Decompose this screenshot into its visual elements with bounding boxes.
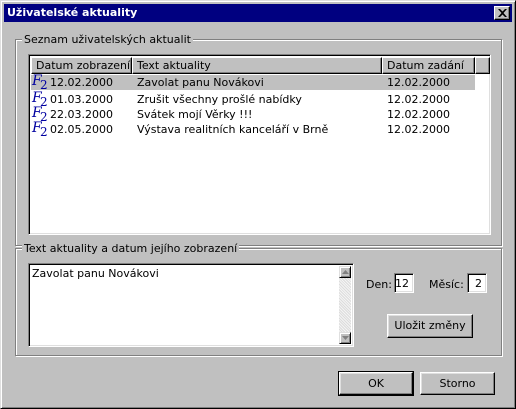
f2-icon: F2 (32, 120, 48, 139)
cell-shown-date: 22.03.2000 (50, 108, 113, 121)
news-text-value: Zavolat panu Novákovi (32, 267, 159, 280)
cancel-button[interactable]: Storno (420, 372, 495, 395)
arrow-down-icon (342, 336, 349, 340)
list-item[interactable]: F2 02.05.2000 Výstava realitních kancelá… (31, 120, 475, 139)
cell-text: Výstava realitních kanceláří v Brně (137, 123, 329, 136)
text-scrollbar[interactable] (339, 266, 351, 344)
day-label: Den: (366, 278, 392, 291)
f2-icon: F2 (32, 73, 48, 92)
cell-text: Zavolat panu Novákovi (137, 76, 264, 89)
cell-shown-date: 01.03.2000 (50, 93, 113, 106)
column-header-entered-date[interactable]: Datum zadání (382, 57, 475, 74)
cell-entered-date: 12.02.2000 (387, 76, 450, 89)
close-button[interactable] (494, 6, 510, 20)
arrow-up-icon (342, 270, 349, 274)
cell-entered-date: 12.02.2000 (387, 108, 450, 121)
save-changes-button[interactable]: Uložit změny (387, 314, 473, 338)
list-header: Datum zobrazení + Text aktuality Datum z… (31, 57, 490, 74)
cell-text: Svátek mojí Věrky !!! (137, 108, 253, 121)
cell-shown-date: 02.05.2000 (50, 123, 113, 136)
month-label: Měsíc: (429, 278, 464, 291)
column-header-filler (475, 57, 490, 74)
close-icon (498, 9, 507, 17)
cell-entered-date: 12.02.2000 (387, 123, 450, 136)
month-field[interactable]: 2 (467, 273, 487, 293)
scroll-up-button[interactable] (339, 266, 351, 278)
title-bar[interactable]: Uživatelské aktuality (4, 4, 512, 22)
column-header-shown-date[interactable]: Datum zobrazení + (31, 57, 132, 74)
list-item[interactable]: F2 22.03.2000 Svátek mojí Věrky !!! 12.0… (31, 106, 475, 124)
cell-entered-date: 12.02.2000 (387, 93, 450, 106)
window-title: Uživatelské aktuality (7, 6, 138, 19)
cell-shown-date: 12.02.2000 (50, 76, 113, 89)
day-field[interactable]: 12 (394, 273, 414, 293)
column-header-text[interactable]: Text aktuality (132, 57, 382, 74)
ok-button[interactable]: OK (338, 371, 414, 396)
list-group-legend: Seznam uživatelských aktualit (22, 33, 193, 46)
dialog-window: Uživatelské aktuality Seznam uživatelský… (0, 0, 516, 409)
scroll-down-button[interactable] (339, 332, 351, 344)
list-item[interactable]: F2 01.03.2000 Zrušit všechny prošlé nabí… (31, 91, 475, 109)
edit-group-legend: Text aktuality a datum jejího zobrazení (22, 242, 240, 255)
cell-text: Zrušit všechny prošlé nabídky (137, 93, 302, 106)
news-text-area[interactable]: Zavolat panu Novákovi (28, 263, 354, 347)
list-item[interactable]: F2 12.02.2000 Zavolat panu Novákovi 12.0… (31, 73, 475, 92)
news-listview[interactable]: Datum zobrazení + Text aktuality Datum z… (28, 54, 491, 235)
